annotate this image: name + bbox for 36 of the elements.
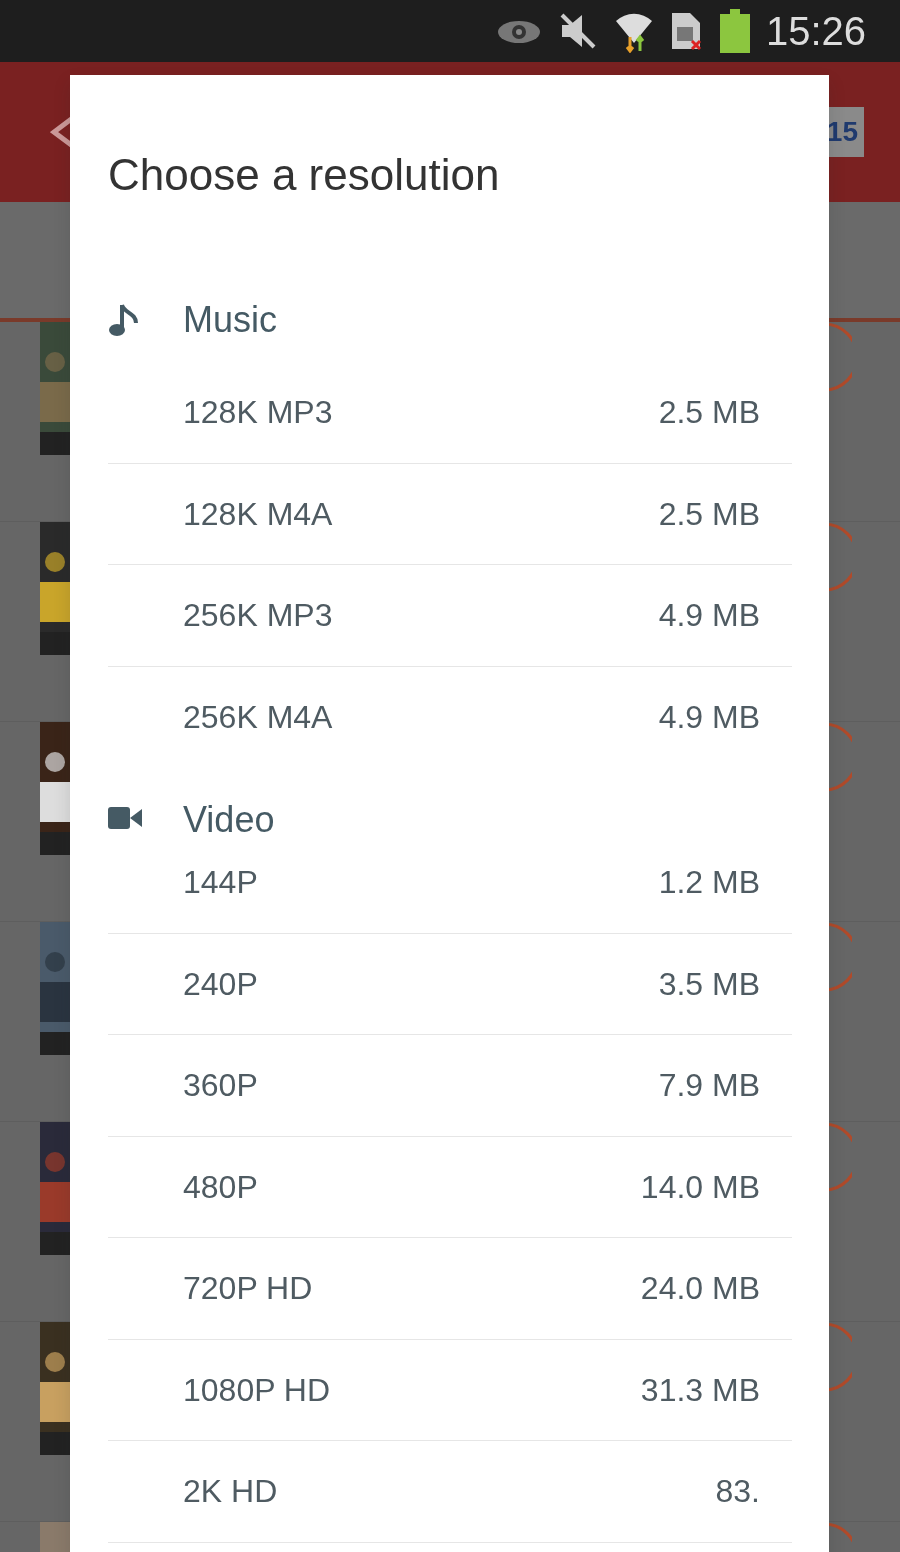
option-size: 83.: [715, 1472, 760, 1512]
option-size: 2.5 MB: [658, 494, 760, 534]
option-size: 7.9 MB: [658, 1066, 760, 1106]
option-name: 256K M4A: [183, 698, 333, 738]
option-name: 128K M4A: [183, 494, 333, 534]
option-name: 128K MP3: [183, 393, 333, 433]
option-name: 1080P HD: [183, 1370, 331, 1410]
dialog-title: Choose a resolution: [108, 149, 501, 201]
option-name: 240P: [183, 964, 258, 1004]
resolution-option[interactable]: 128K MP3 2.5 MB: [108, 362, 792, 464]
option-size: 24.0 MB: [640, 1269, 760, 1309]
option-name: 720P HD: [183, 1269, 313, 1309]
option-size: 3.5 MB: [658, 964, 760, 1004]
option-name: 480P: [183, 1167, 258, 1207]
resolution-option[interactable]: 128K M4A 2.5 MB: [108, 463, 792, 565]
resolution-option[interactable]: 720P HD 24.0 MB: [108, 1238, 792, 1340]
option-name: 2K HD: [183, 1472, 278, 1512]
resolution-option[interactable]: 256K M4A 4.9 MB: [108, 666, 792, 768]
option-name: 360P: [183, 1066, 258, 1106]
section-label: Music: [183, 298, 277, 342]
option-name: 256K MP3: [183, 596, 333, 636]
option-name: 144P: [183, 863, 258, 903]
option-size: 14.0 MB: [640, 1167, 760, 1207]
resolution-option[interactable]: 256K MP3 4.9 MB: [108, 565, 792, 667]
resolution-option[interactable]: 2K HD 83.: [108, 1441, 792, 1543]
option-size: 31.3 MB: [640, 1370, 760, 1410]
status-time: 15:26: [765, 11, 866, 51]
resolution-option[interactable]: 1080P HD 31.3 MB: [108, 1339, 792, 1441]
resolution-option[interactable]: 144P 1.2 MB: [108, 832, 792, 934]
resolution-option[interactable]: 360P 7.9 MB: [108, 1035, 792, 1137]
option-size: 4.9 MB: [658, 596, 760, 636]
option-size: 4.9 MB: [658, 698, 760, 738]
resolution-option[interactable]: 480P 14.0 MB: [108, 1136, 792, 1238]
resolution-option[interactable]: 240P 3.5 MB: [108, 933, 792, 1035]
option-size: 1.2 MB: [658, 863, 760, 903]
option-size: 2.5 MB: [658, 393, 760, 433]
